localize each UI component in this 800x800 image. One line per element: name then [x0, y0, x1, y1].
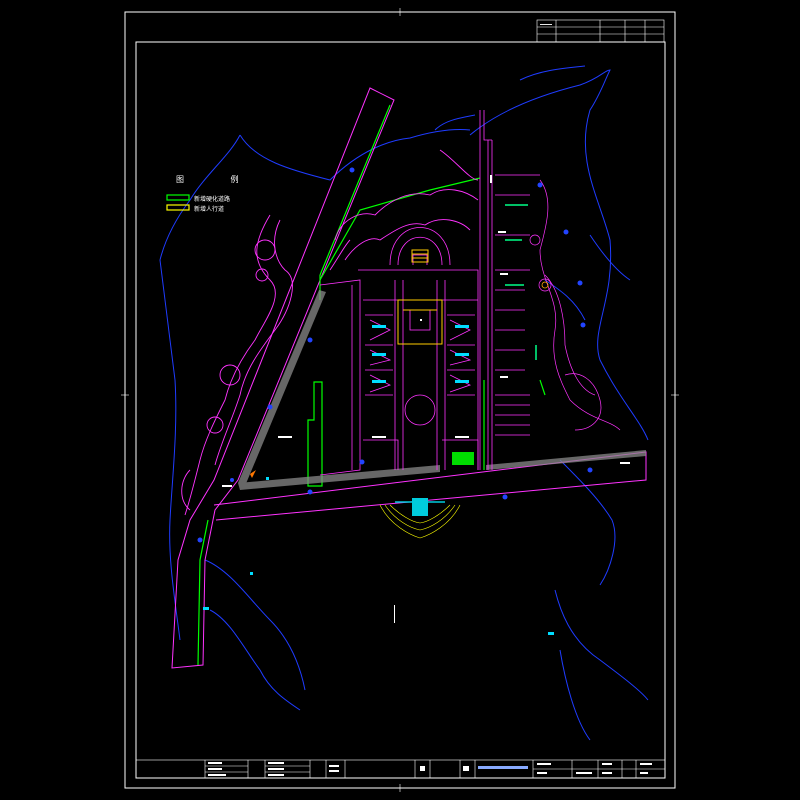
right-buildings	[495, 174, 621, 436]
title-block-revision-text: ▬▬▬▬	[540, 22, 552, 26]
green-structure	[452, 452, 474, 465]
gate-structure	[412, 498, 428, 516]
right-stripes	[505, 204, 537, 360]
left-garden	[181, 214, 293, 516]
legend-item-sidewalk: 新增人行道	[194, 206, 225, 213]
outer-border	[124, 11, 676, 789]
cad-site-plan: ▬▬▬▬	[121, 8, 679, 792]
revision-block	[536, 19, 665, 43]
green-road-edges	[197, 104, 546, 666]
water-boundaries	[159, 65, 649, 741]
cyan-elements	[203, 325, 554, 635]
legend-title: 图 例	[176, 175, 261, 184]
legend-swatch-green	[166, 194, 190, 201]
site-layout	[319, 110, 493, 476]
legend-item-road: 新增硬化道路	[194, 196, 231, 203]
plan-labels	[222, 175, 630, 623]
